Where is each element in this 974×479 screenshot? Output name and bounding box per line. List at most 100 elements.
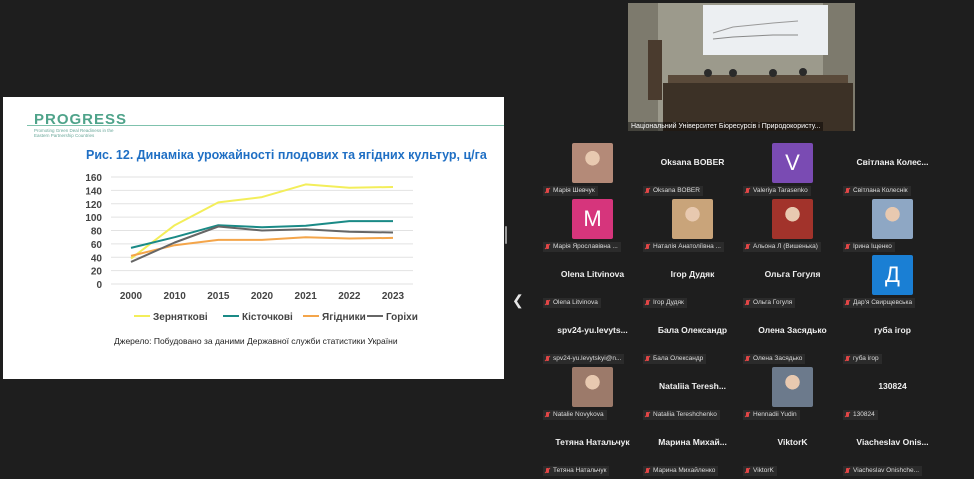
participant-name-label: Ольга Гогуля	[743, 298, 796, 308]
participant-display-name: Олена Засядько	[758, 325, 827, 335]
participant-tile[interactable]: V Valeriya Tarasenko	[742, 143, 843, 199]
avatar-initial: V	[772, 143, 813, 183]
participant-tile[interactable]: 130824 130824	[842, 367, 943, 423]
participant-label-text: губа ігор	[853, 355, 879, 362]
participant-name-label: Olena Litvinova	[543, 298, 601, 308]
participant-tile[interactable]: Ігор Дудяк Ігор Дудяк	[642, 255, 743, 311]
participant-label-text: Ірина Іщенко	[853, 243, 892, 250]
participant-tile[interactable]: Тетяна Натальчук Тетяна Натальчук	[542, 423, 643, 479]
participant-label-text: ViktorK	[753, 467, 774, 474]
participant-display-name: Oksana BOBER	[660, 157, 725, 167]
participant-name-label: Дар'я Свирщевська	[843, 298, 916, 308]
room-video-image	[628, 3, 855, 131]
participant-display-name: Nataliia Teresh...	[659, 381, 726, 391]
participant-tile[interactable]: Viacheslav Onis... Viacheslav Onishche...	[842, 423, 943, 479]
participant-tile[interactable]: Ірина Іщенко	[842, 199, 943, 255]
mic-muted-icon	[546, 412, 549, 417]
participant-display-name: ViktorK	[777, 437, 808, 447]
chevron-left-icon[interactable]: ❮	[512, 293, 524, 307]
participant-label-text: Viacheslav Onishche...	[853, 467, 919, 474]
participant-display-name: Olena Litvinova	[560, 269, 625, 279]
participant-tile[interactable]: Олена Засядько Олена Засядько	[742, 311, 843, 367]
participant-label-text: Марина Михайленко	[653, 467, 716, 474]
participant-tile[interactable]: Д Дар'я Свирщевська	[842, 255, 943, 311]
participant-display-name: Марина Михай...	[658, 437, 727, 447]
split-resize-handle[interactable]	[505, 226, 507, 244]
mic-muted-icon	[546, 356, 549, 361]
room-video-feed[interactable]: Національний Університет Біоресурсів і П…	[628, 3, 855, 131]
participant-label-text: Альона Л (Вишенька)	[753, 243, 818, 250]
participant-tile[interactable]: Альона Л (Вишенька)	[742, 199, 843, 255]
participant-name-label: Олена Засядько	[743, 354, 806, 364]
participant-label-text: Тетяна Натальчук	[553, 467, 607, 474]
mic-muted-icon	[546, 300, 549, 305]
x-tick-label: 2015	[207, 291, 230, 302]
mic-muted-icon	[846, 300, 849, 305]
participant-label-text: 130824	[853, 411, 875, 418]
participant-label-text: Nataliia Tereshchenko	[653, 411, 717, 418]
avatar	[872, 199, 913, 239]
x-tick-label: 2000	[120, 291, 143, 302]
series-line	[130, 236, 394, 257]
mic-muted-icon	[646, 356, 649, 361]
participant-tile[interactable]: Oksana BOBER Oksana BOBER	[642, 143, 743, 199]
participant-name-label: Альона Л (Вишенька)	[743, 242, 821, 252]
participant-label-text: Olena Litvinova	[553, 299, 598, 306]
participant-name-label: Бала Олександр	[643, 354, 707, 364]
mic-muted-icon	[546, 188, 549, 193]
participant-name-label: Valeriya Tarasenko	[743, 186, 811, 196]
participant-tile[interactable]: ViktorK ViktorK	[742, 423, 843, 479]
participant-tile[interactable]: Ольга Гогуля Ольга Гогуля	[742, 255, 843, 311]
participant-name-label: Nataliia Tereshchenko	[643, 410, 720, 420]
participant-display-name: Бала Олександр	[657, 325, 728, 335]
participant-name-label: Ігор Дудяк	[643, 298, 687, 308]
y-tick-label: 60	[91, 240, 103, 251]
mic-muted-icon	[746, 188, 749, 193]
participant-label-text: Valeriya Tarasenko	[753, 187, 808, 194]
mic-muted-icon	[546, 244, 549, 249]
participant-tile[interactable]: Світлана Колес... Світлана Колеснік	[842, 143, 943, 199]
participant-tile[interactable]: губа ігор губа ігор	[842, 311, 943, 367]
y-tick-label: 80	[91, 227, 103, 238]
mic-muted-icon	[746, 468, 749, 473]
shared-slide: PROGRESS Promoting Green Deal Readiness …	[3, 97, 504, 379]
mic-muted-icon	[746, 300, 749, 305]
participant-tile[interactable]: Olena Litvinova Olena Litvinova	[542, 255, 643, 311]
participant-tile[interactable]: spv24-yu.levyts... spv24-yu.levytskyi@n..…	[542, 311, 643, 367]
participant-label-text: spv24-yu.levytskyi@n...	[553, 355, 622, 362]
participant-display-name: Viacheslav Onis...	[856, 437, 929, 447]
mic-muted-icon	[646, 188, 649, 193]
participant-name-label: Марія Шевчук	[543, 186, 598, 196]
participant-tile[interactable]: Наталія Анатоліївна ...	[642, 199, 743, 255]
x-tick-label: 2021	[295, 291, 318, 302]
participant-label-text: Марія Шевчук	[553, 187, 595, 194]
participant-name-label: Марія Ярославівна ...	[543, 242, 621, 252]
mic-muted-icon	[646, 468, 649, 473]
participant-display-name: spv24-yu.levyts...	[557, 325, 628, 335]
participant-tile[interactable]: Nataliia Teresh... Nataliia Tereshchenko	[642, 367, 743, 423]
mic-muted-icon	[746, 356, 749, 361]
participant-name-label: Natalie Novykova	[543, 410, 607, 420]
mic-muted-icon	[846, 244, 849, 249]
participant-tile[interactable]: Марія Шевчук	[542, 143, 643, 199]
avatar	[772, 367, 813, 407]
participant-name-label: Hennadii Yudin	[743, 410, 800, 420]
participant-display-name: губа ігор	[874, 325, 911, 335]
avatar	[672, 199, 713, 239]
avatar	[772, 199, 813, 239]
x-tick-label: 2023	[382, 291, 405, 302]
participant-label-text: Світлана Колеснік	[853, 187, 908, 194]
participant-label-text: Natalie Novykova	[553, 411, 604, 418]
participant-label-text: Ігор Дудяк	[653, 299, 684, 306]
participant-name-label: Ірина Іщенко	[843, 242, 895, 252]
participant-tile[interactable]: M Марія Ярославівна ...	[542, 199, 643, 255]
mic-muted-icon	[846, 188, 849, 193]
participant-label-text: Дар'я Свирщевська	[853, 299, 913, 306]
participant-tile[interactable]: Hennadii Yudin	[742, 367, 843, 423]
participant-tile[interactable]: Марина Михай... Марина Михайленко	[642, 423, 743, 479]
mic-muted-icon	[746, 412, 749, 417]
room-video-caption: Національний Університет Біоресурсів і П…	[628, 122, 824, 131]
participant-tile[interactable]: Бала Олександр Бала Олександр	[642, 311, 743, 367]
y-tick-label: 20	[91, 267, 103, 278]
participant-tile[interactable]: Natalie Novykova	[542, 367, 643, 423]
